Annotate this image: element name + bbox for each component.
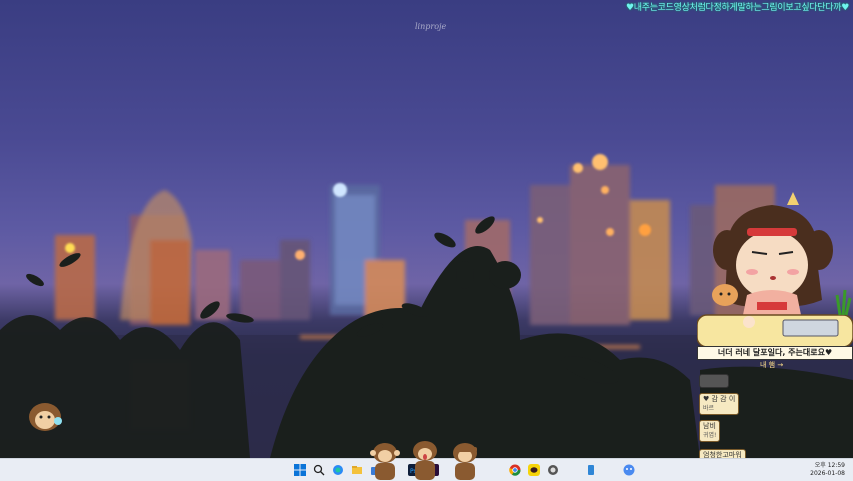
clock-date: 2026-01-08: [810, 470, 845, 477]
scrolling-marquee-text: ♥내주는코드영상처럼다정하게말하는그림이보고싶다단다까♥: [625, 3, 849, 13]
desktop-pet-widget[interactable]: [697, 190, 853, 360]
monkey-mascot-icon[interactable]: [20, 395, 70, 435]
windows-start-icon[interactable]: [292, 462, 308, 478]
wallpaper-watermark: linproje: [415, 22, 447, 31]
app-icon[interactable]: [602, 462, 618, 478]
widget-message-3-text: 귀엽!: [703, 432, 717, 439]
widget-message-2-text: 바르: [703, 405, 715, 412]
app-icon[interactable]: [545, 462, 561, 478]
widget-message-2-name: ♥ 감 감 이: [703, 395, 736, 403]
three-monkeys-mascot-icon[interactable]: [365, 435, 490, 480]
widget-message-3[interactable]: 남비 귀엽!: [699, 420, 721, 442]
kakaotalk-icon[interactable]: [526, 462, 542, 478]
copilot-icon[interactable]: [330, 462, 346, 478]
file-explorer-icon[interactable]: [349, 462, 365, 478]
widget-message-3-name: 남비: [703, 422, 716, 430]
app-icon[interactable]: [564, 462, 580, 478]
clock-time: 오후 12:59: [814, 462, 845, 469]
chrome-icon[interactable]: [507, 462, 523, 478]
taskbar-clock[interactable]: 오후 12:59 2026-01-08: [810, 462, 845, 478]
widget-speech-bubble: 너더 러네 달포일다, 주는대로요♥: [697, 346, 853, 360]
widget-message-2[interactable]: ♥ 감 감 이 바르: [699, 393, 740, 415]
search-icon[interactable]: [311, 462, 327, 478]
widget-speech-subtext: 내 햄 →: [760, 361, 784, 369]
app-icon[interactable]: [621, 462, 637, 478]
phone-link-icon[interactable]: [583, 462, 599, 478]
widget-message-1[interactable]: [699, 374, 729, 388]
